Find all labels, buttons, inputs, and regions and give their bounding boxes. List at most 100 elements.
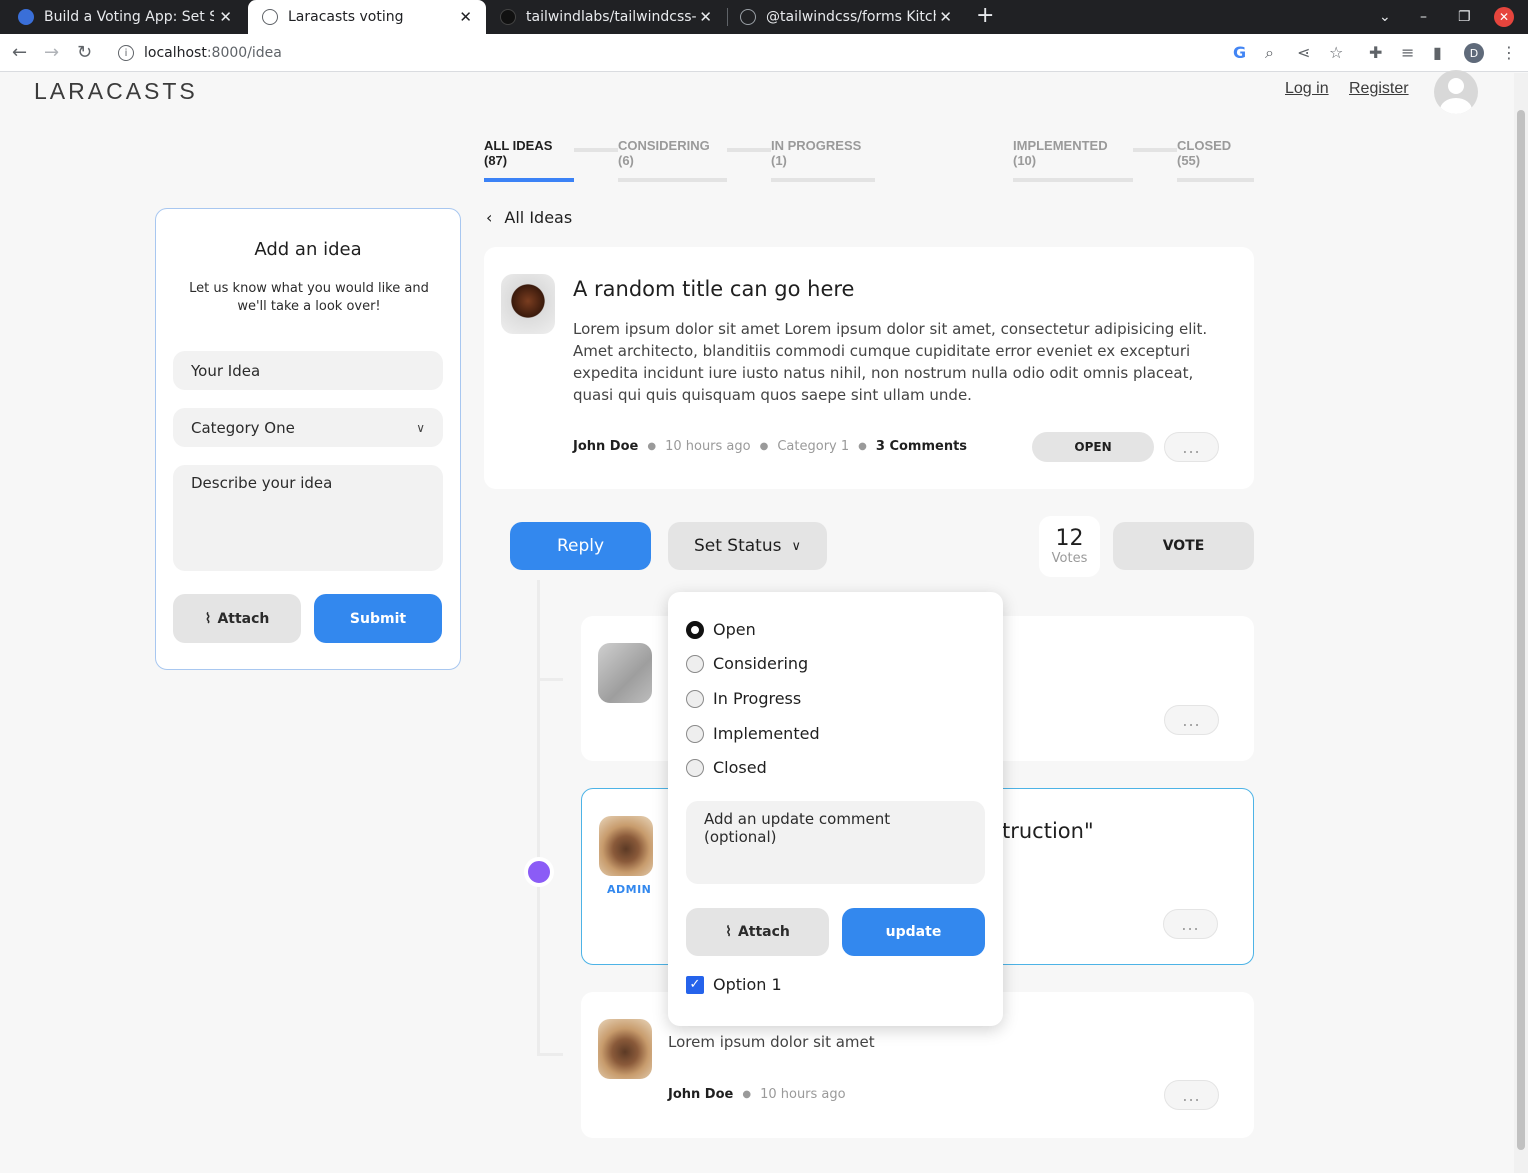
set-status-button[interactable]: Set Status ∨ [668,522,827,570]
meta-separator: ● [647,441,657,452]
tab-laracasts-voting[interactable]: Laracasts voting ✕ [248,0,486,34]
filter-divider [574,138,618,152]
google-icon[interactable]: G [1233,43,1246,62]
status-option-considering[interactable]: Considering [686,654,808,673]
tab-title: @tailwindcss/forms Kitch [766,9,936,25]
bookmark-star-icon[interactable]: ☆ [1329,43,1343,62]
reload-icon[interactable]: ↻ [77,42,92,63]
scrollbar-thumb[interactable] [1517,110,1525,1150]
commenter-avatar[interactable] [598,643,652,703]
idea-title-placeholder: Your Idea [191,361,261,380]
menu-kebab-icon[interactable]: ⋮ [1501,43,1517,62]
set-status-label: Set Status [693,536,782,556]
vote-button[interactable]: VOTE [1113,522,1254,570]
register-link[interactable]: Register [1349,80,1409,98]
close-tab-icon[interactable]: ✕ [699,8,712,26]
login-link[interactable]: Log in [1285,80,1329,98]
chevron-down-icon: ∨ [416,420,425,435]
tab-tailwind-forms[interactable]: @tailwindcss/forms Kitch ✕ [726,0,966,34]
globe-icon [740,9,756,25]
idea-author: John Doe [573,439,639,454]
attach-label: Attach [217,610,270,627]
filter-implemented[interactable]: IMPLEMENTED (10) [1013,138,1133,182]
status-option-label: Considering [713,654,809,673]
profile-avatar[interactable]: D [1464,43,1484,63]
dropdown-attach-button[interactable]: ⌇ Attach [686,908,829,956]
commenter-avatar[interactable] [598,1019,652,1079]
idea-time: 10 hours ago [665,439,751,454]
back-arrow-icon[interactable]: ← [12,42,27,63]
chevron-left-icon: ‹ [486,208,493,227]
zoom-icon[interactable]: ⌕ [1265,43,1274,63]
status-option-in-progress[interactable]: In Progress [686,689,801,708]
close-window-icon[interactable]: ✕ [1494,7,1514,27]
paperclip-icon: ⌇ [204,610,212,627]
filter-in-progress[interactable]: IN PROGRESS (1) [771,138,875,182]
filter-considering[interactable]: CONSIDERING (6) [618,138,727,182]
author-avatar[interactable] [501,274,555,334]
radio-implemented[interactable] [686,724,704,743]
close-tab-icon[interactable]: ✕ [219,8,232,26]
update-comment-textarea[interactable]: Add an update comment (optional) [686,801,985,884]
checkmark-icon[interactable]: ✓ [686,975,704,994]
add-idea-subtitle: Let us know what you would like and we'l… [189,281,429,314]
idea-title-input[interactable]: Your Idea [173,351,443,390]
filter-closed[interactable]: CLOSED (55) [1177,138,1254,182]
timeline-connector [537,678,563,681]
filter-all-ideas[interactable]: ALL IDEAS (87) [484,138,574,182]
comment-author: John Doe [668,1087,734,1102]
idea-category: Category 1 [777,439,850,454]
comment-more-button[interactable]: ... [1164,705,1219,735]
tab-title: Build a Voting App: Set St [44,9,214,25]
idea-title: A random title can go here [573,277,855,301]
restore-icon[interactable]: ❐ [1458,0,1471,34]
tab-build-voting-app[interactable]: Build a Voting App: Set St ✕ [4,0,246,34]
share-icon[interactable]: ⋖ [1297,43,1310,62]
user-avatar[interactable] [1434,70,1478,114]
forward-arrow-icon[interactable]: → [44,42,59,63]
new-tab-icon[interactable]: + [976,3,994,28]
idea-description: Lorem ipsum dolor sit amet Lorem ipsum d… [573,320,1208,404]
update-button[interactable]: update [842,908,985,956]
idea-comments-count[interactable]: 3 Comments [876,439,967,454]
timeline-connector [537,1053,563,1056]
side-panel-icon[interactable]: ▮ [1433,43,1442,62]
minimize-icon[interactable]: – [1420,0,1427,34]
github-icon [500,9,516,25]
attach-button[interactable]: ⌇ Attach [173,594,301,643]
votes-count: 12 [1055,526,1084,551]
media-icon[interactable]: ≡ [1401,43,1414,62]
comment-more-button[interactable]: ... [1163,909,1218,939]
tab-search-icon[interactable]: ⌄ [1379,0,1391,34]
idea-more-button[interactable]: ... [1164,432,1219,462]
site-info-icon[interactable]: i [118,45,134,61]
idea-description-textarea[interactable]: Describe your idea [173,465,443,571]
radio-open[interactable] [686,620,704,639]
tab-tailwindcss[interactable]: tailwindlabs/tailwindcss- ✕ [486,0,726,34]
radio-in-progress[interactable] [686,689,704,708]
comment-more-button[interactable]: ... [1164,1080,1219,1110]
radio-considering[interactable] [686,654,704,673]
globe-icon [262,9,278,25]
filter-divider [727,138,771,152]
laracasts-logo[interactable]: LARACASTS [34,78,198,105]
option-1-label: Option 1 [713,975,782,994]
extensions-icon[interactable]: ✚ [1369,43,1382,62]
close-tab-icon[interactable]: ✕ [939,8,952,26]
reply-button[interactable]: Reply [510,522,651,570]
status-option-open[interactable]: Open [686,620,756,639]
submit-button[interactable]: Submit [314,594,442,643]
address-bar[interactable]: i localhost:8000/idea [108,38,1358,68]
radio-closed[interactable] [686,758,704,777]
browser-toolbar: ← → ↻ i localhost:8000/idea G ⌕ ⋖ ☆ ✚ ≡ … [0,34,1528,72]
status-option-implemented[interactable]: Implemented [686,724,820,743]
option-1-checkbox-row[interactable]: ✓ Option 1 [686,975,782,994]
meta-separator: ● [742,1089,752,1100]
category-select[interactable]: Category One ∨ [173,408,443,447]
close-tab-icon[interactable]: ✕ [459,8,472,26]
admin-avatar[interactable] [599,816,653,876]
status-option-closed[interactable]: Closed [686,758,767,777]
back-to-all-ideas-link[interactable]: ‹ All Ideas [486,208,572,227]
votes-counter: 12 Votes [1039,516,1100,577]
status-option-label: Implemented [713,724,820,743]
